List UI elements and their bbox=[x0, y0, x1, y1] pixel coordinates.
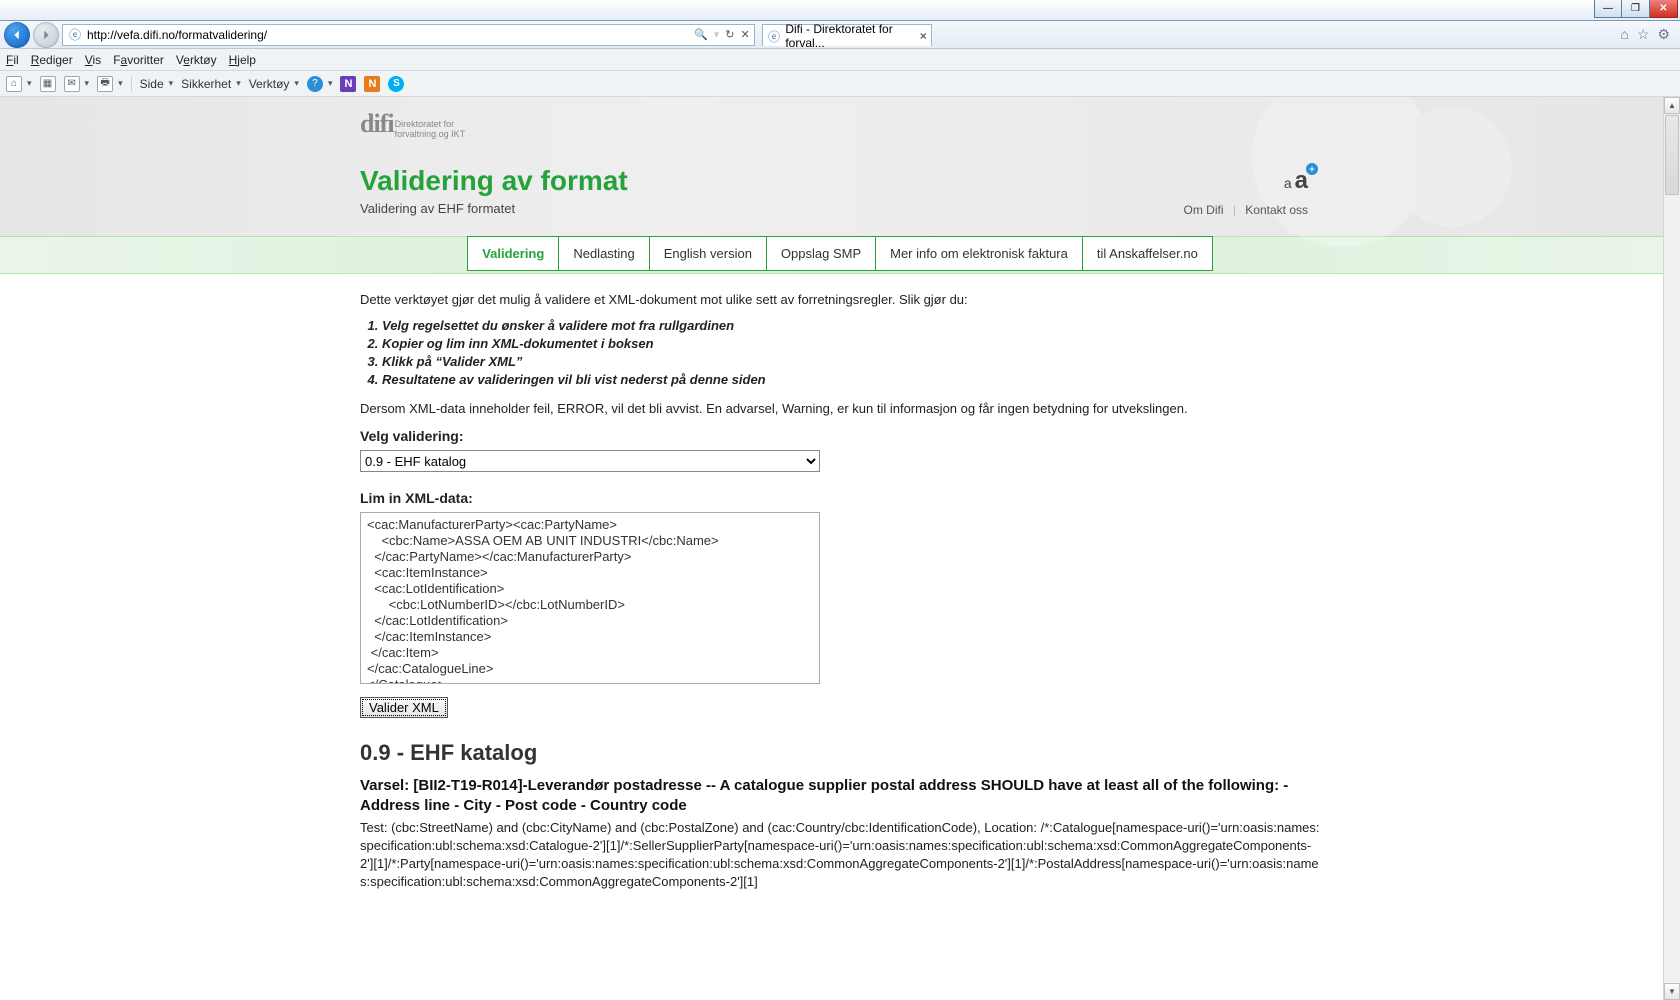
window-titlebar: — ❐ ✕ bbox=[0, 0, 1680, 21]
step-2: Kopier og lim inn XML-dokumentet i bokse… bbox=[382, 335, 1320, 353]
print-icon: 🖶 bbox=[97, 76, 113, 92]
text-large-icon[interactable]: a+ bbox=[1295, 167, 1308, 194]
select-label: Velg validering: bbox=[360, 428, 1320, 444]
maximize-button[interactable]: ❐ bbox=[1622, 0, 1650, 18]
vertical-scrollbar[interactable]: ▲ ▼ bbox=[1663, 97, 1680, 1000]
toolbar-security-menu[interactable]: Sikkerhet bbox=[181, 77, 241, 91]
page-title: Validering av format bbox=[360, 143, 1320, 197]
settings-icon[interactable]: ⚙ bbox=[1657, 26, 1670, 43]
step-4: Resultatene av valideringen vil bli vist… bbox=[382, 371, 1320, 389]
toolbar-print-dropdown[interactable]: 🖶 bbox=[97, 76, 123, 92]
toolbar-onenote-linked-icon[interactable]: N bbox=[364, 76, 380, 92]
browser-tab[interactable]: ⓔ Difi - Direktoratet for forval... × bbox=[762, 24, 932, 46]
result-warning: Varsel: [BII2-T19-R014]-Leverandør posta… bbox=[360, 776, 1320, 816]
refresh-icon[interactable]: ↻ bbox=[725, 28, 734, 41]
back-button[interactable] bbox=[4, 22, 30, 48]
browser-tabstrip: ⓔ Difi - Direktoratet for forval... × bbox=[758, 24, 932, 46]
nav-oppslag-smp[interactable]: Oppslag SMP bbox=[767, 236, 876, 271]
menu-help[interactable]: Hjelp bbox=[229, 53, 256, 67]
address-tools: 🔍 ▾ ↻ ✕ bbox=[694, 28, 750, 41]
scroll-thumb[interactable] bbox=[1665, 115, 1679, 195]
text-size-control[interactable]: a a+ bbox=[1284, 167, 1308, 195]
site-logo: difiDirektoratet forforvaltning og IKT bbox=[360, 97, 1320, 143]
top-links: Om Difi | Kontakt oss bbox=[1183, 203, 1308, 217]
menu-tools[interactable]: Verktøy bbox=[176, 53, 217, 67]
validate-button[interactable]: Valider XML bbox=[360, 697, 448, 718]
menu-favorites[interactable]: Favoritter bbox=[113, 53, 164, 67]
toolbar-separator bbox=[131, 76, 132, 92]
feeds-icon: ▦ bbox=[40, 76, 56, 92]
address-bar[interactable]: ⓔ 🔍 ▾ ↻ ✕ bbox=[62, 24, 755, 46]
toolbar-mail-dropdown[interactable]: ✉ bbox=[64, 76, 90, 92]
tab-title: Difi - Direktoratet for forval... bbox=[785, 22, 922, 50]
stop-icon[interactable]: ✕ bbox=[740, 28, 749, 41]
text-small-icon[interactable]: a bbox=[1284, 175, 1292, 191]
result-heading: 0.9 - EHF katalog bbox=[360, 740, 1320, 766]
menu-edit[interactable]: Rediger bbox=[31, 53, 73, 67]
toolbar-skype-icon[interactable]: S bbox=[388, 76, 404, 92]
link-kontakt-oss[interactable]: Kontakt oss bbox=[1245, 203, 1308, 217]
mail-icon: ✉ bbox=[64, 76, 80, 92]
toolbar-help-icon[interactable]: ? bbox=[307, 76, 333, 92]
toolbar-onenote-icon[interactable]: N bbox=[340, 76, 356, 92]
favorites-icon[interactable]: ☆ bbox=[1637, 26, 1650, 43]
onenote-icon: N bbox=[340, 76, 356, 92]
nav-mer-info[interactable]: Mer info om elektronisk faktura bbox=[876, 236, 1083, 271]
nav-validering[interactable]: Validering bbox=[467, 236, 559, 271]
main-content: Dette verktøyet gjør det mulig å valider… bbox=[360, 274, 1320, 909]
page-viewport: difiDirektoratet forforvaltning og IKT V… bbox=[0, 97, 1680, 1000]
minimize-button[interactable]: — bbox=[1594, 0, 1622, 18]
toolbar-home-dropdown[interactable]: ⌂ bbox=[6, 76, 32, 92]
toolbar-side-menu[interactable]: Side bbox=[140, 77, 174, 91]
toolbar-feeds-icon[interactable]: ▦ bbox=[40, 76, 56, 92]
skype-icon: S bbox=[388, 76, 404, 92]
menu-view[interactable]: Vis bbox=[85, 53, 101, 67]
instruction-list: Velg regelsettet du ønsker å validere mo… bbox=[382, 317, 1320, 389]
home-icon[interactable]: ⌂ bbox=[1620, 26, 1628, 43]
text-increase-icon: + bbox=[1306, 163, 1318, 175]
tab-favicon: ⓔ bbox=[767, 28, 782, 44]
validation-select[interactable]: 0.9 - EHF katalog bbox=[360, 450, 820, 472]
toolbar-tools-menu[interactable]: Verktøy bbox=[249, 77, 299, 91]
browser-navbar: ⓔ 🔍 ▾ ↻ ✕ ⓔ Difi - Direktoratet for forv… bbox=[0, 21, 1680, 49]
result-detail: Test: (cbc:StreetName) and (cbc:CityName… bbox=[360, 819, 1320, 891]
note-text: Dersom XML-data inneholder feil, ERROR, … bbox=[360, 401, 1320, 416]
onenote-send-icon: N bbox=[364, 76, 380, 92]
menu-file[interactable]: FFilil bbox=[6, 53, 19, 67]
page-subtitle: Validering av EHF formatet bbox=[360, 197, 1320, 236]
url-input[interactable] bbox=[87, 28, 690, 42]
forward-button[interactable] bbox=[33, 22, 59, 48]
close-button[interactable]: ✕ bbox=[1650, 0, 1678, 18]
scroll-up-button[interactable]: ▲ bbox=[1664, 97, 1680, 114]
nav-anskaffelser[interactable]: til Anskaffelser.no bbox=[1083, 236, 1213, 271]
intro-text: Dette verktøyet gjør det mulig å valider… bbox=[360, 292, 1320, 307]
step-3: Klikk på “Valider XML” bbox=[382, 353, 1320, 371]
page-favicon: ⓔ bbox=[67, 27, 83, 43]
nav-nedlasting[interactable]: Nedlasting bbox=[559, 236, 649, 271]
browser-menubar: FFilil Rediger Vis Favoritter Verktøy Hj… bbox=[0, 49, 1680, 71]
textarea-label: Lim in XML-data: bbox=[360, 490, 1320, 506]
help-icon: ? bbox=[307, 76, 323, 92]
nav-english[interactable]: English version bbox=[650, 236, 767, 271]
scroll-down-button[interactable]: ▼ bbox=[1664, 983, 1680, 1000]
search-mode-icon[interactable]: 🔍 bbox=[694, 28, 708, 41]
browser-toolbar: ⌂ ▦ ✉ 🖶 Side Sikkerhet Verktøy ? N N S bbox=[0, 71, 1680, 97]
step-1: Velg regelsettet du ønsker å validere mo… bbox=[382, 317, 1320, 335]
xml-textarea[interactable] bbox=[360, 512, 820, 684]
link-om-difi[interactable]: Om Difi bbox=[1183, 203, 1223, 217]
tab-close-icon[interactable]: × bbox=[920, 29, 927, 43]
home-small-icon: ⌂ bbox=[6, 76, 22, 92]
